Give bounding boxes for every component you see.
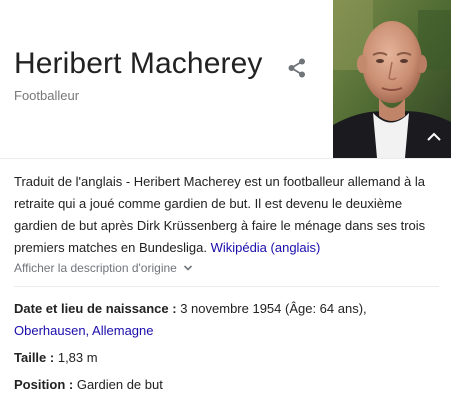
birthplace-link[interactable]: Oberhausen, Allemagne [14,323,153,338]
fact-birth: Date et lieu de naissance : 3 novembre 1… [14,298,439,342]
header-divider [0,158,451,159]
panel-title: Heribert Macherey [14,47,263,80]
facts-divider [14,286,439,287]
panel-subtitle: Footballeur [14,88,80,103]
profile-photo-image [333,0,451,158]
wikipedia-link[interactable]: Wikipédia (anglais) [211,240,321,255]
profile-photo[interactable] [333,0,451,158]
panel-header: Heribert Macherey Footballeur [0,0,451,158]
fact-height-value: 1,83 m [57,350,98,365]
fact-height-label[interactable]: Taille : [14,350,54,365]
chevron-down-icon [184,265,193,271]
fact-birth-label[interactable]: Date et lieu de naissance : [14,301,177,316]
show-original-description[interactable]: Afficher la description d'origine [14,259,193,277]
fact-position-value: Gardien de but [76,377,163,392]
facts-list: Date et lieu de naissance : 3 novembre 1… [14,298,439,401]
fact-position: Position : Gardien de but [14,374,439,396]
fact-birth-value: 3 novembre 1954 (Âge: 64 ans), [180,301,367,316]
share-button[interactable] [285,56,309,80]
fact-position-label[interactable]: Position : [14,377,73,392]
fact-height: Taille : 1,83 m [14,347,439,369]
panel-description: Traduit de l'anglais - Heribert Macherey… [14,171,434,259]
knowledge-panel: Heribert Macherey Footballeur Traduit de… [0,0,451,412]
show-original-label: Afficher la description d'origine [14,261,177,275]
share-icon [288,58,305,78]
